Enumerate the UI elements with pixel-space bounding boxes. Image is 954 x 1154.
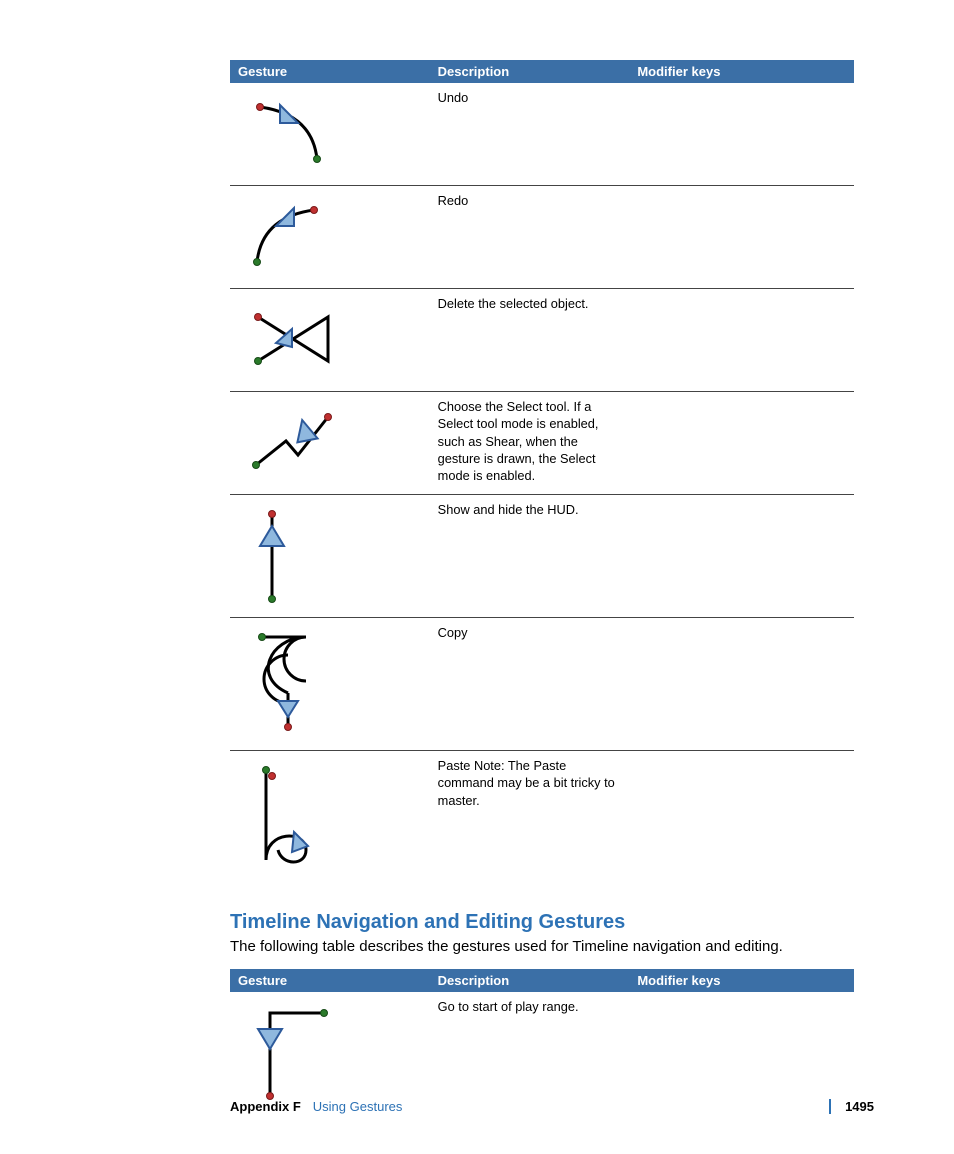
cell-description: Redo	[430, 186, 630, 289]
gesture-copy-icon	[242, 627, 332, 742]
cell-modifier	[629, 83, 854, 186]
cell-description: Undo	[430, 83, 630, 186]
col-header-gesture: Gesture	[230, 969, 430, 992]
cell-modifier	[629, 495, 854, 618]
gesture-redo-icon	[242, 202, 332, 272]
col-header-gesture: Gesture	[230, 60, 430, 83]
cell-modifier	[629, 618, 854, 751]
table-row: Choose the Select tool. If a Select tool…	[230, 392, 854, 495]
col-header-modifier: Modifier keys	[629, 969, 854, 992]
cell-description: Choose the Select tool. If a Select tool…	[430, 392, 630, 495]
table-row: Copy	[230, 618, 854, 751]
page-number: 1495	[829, 1099, 874, 1114]
cell-description: Paste Note: The Paste command may be a b…	[430, 751, 630, 884]
table-row: Undo	[230, 83, 854, 186]
cell-modifier	[629, 186, 854, 289]
gesture-table-editing: Gesture Description Modifier keys Undo	[230, 60, 854, 883]
cell-modifier	[629, 992, 854, 1114]
gesture-hud-icon	[242, 504, 302, 609]
footer-appendix: Appendix F	[230, 1099, 301, 1114]
col-header-description: Description	[430, 969, 630, 992]
table-row: Show and hide the HUD.	[230, 495, 854, 618]
cell-description: Go to start of play range.	[430, 992, 630, 1114]
gesture-table-timeline: Gesture Description Modifier keys Go to …	[230, 969, 854, 1114]
cell-modifier	[629, 392, 854, 495]
cell-description: Show and hide the HUD.	[430, 495, 630, 618]
table-row: Paste Note: The Paste command may be a b…	[230, 751, 854, 884]
table-row: Go to start of play range.	[230, 992, 854, 1114]
gesture-delete-icon	[242, 305, 342, 375]
page-footer: Appendix F Using Gestures 1495	[230, 1099, 874, 1114]
section-title-timeline: Timeline Navigation and Editing Gestures	[230, 911, 854, 934]
gesture-paste-icon	[242, 760, 332, 875]
section-description: The following table describes the gestur…	[230, 938, 854, 955]
table-row: Delete the selected object.	[230, 289, 854, 392]
col-header-modifier: Modifier keys	[629, 60, 854, 83]
table-row: Redo	[230, 186, 854, 289]
cell-description: Delete the selected object.	[430, 289, 630, 392]
col-header-description: Description	[430, 60, 630, 83]
cell-description: Copy	[430, 618, 630, 751]
footer-chapter: Using Gestures	[313, 1099, 403, 1114]
gesture-select-icon	[242, 403, 342, 483]
gesture-goto-start-icon	[242, 1001, 342, 1106]
cell-modifier	[629, 289, 854, 392]
gesture-undo-icon	[242, 99, 332, 169]
cell-modifier	[629, 751, 854, 884]
